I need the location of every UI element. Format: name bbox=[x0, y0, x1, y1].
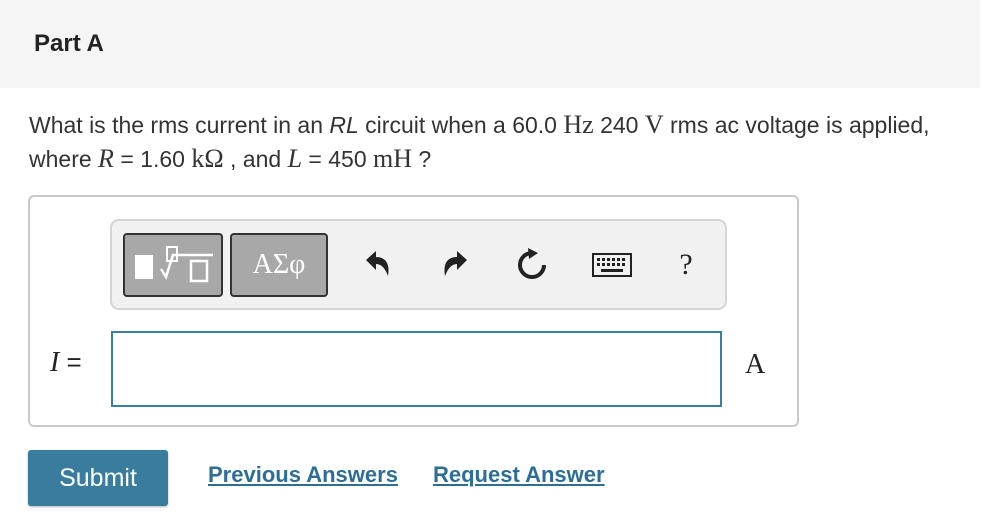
question-fragment: What is the rms current in an bbox=[29, 112, 330, 138]
unit-kohm: kΩ bbox=[191, 144, 224, 173]
part-title: Part A bbox=[34, 30, 104, 57]
answer-variable: I bbox=[50, 347, 60, 378]
help-button[interactable]: ? bbox=[664, 243, 708, 287]
reset-icon bbox=[518, 248, 546, 279]
answer-unit: A bbox=[745, 349, 766, 380]
undo-icon bbox=[366, 251, 389, 276]
variable-l: L bbox=[287, 144, 303, 173]
answer-label: I = bbox=[50, 347, 82, 379]
question-fragment: = 450 bbox=[302, 146, 374, 172]
previous-answers-link[interactable]: Previous Answers bbox=[208, 462, 398, 488]
question-fragment: , and bbox=[223, 146, 288, 172]
variable-r: R bbox=[98, 144, 114, 173]
submit-button[interactable]: Submit bbox=[28, 450, 168, 506]
answer-input[interactable] bbox=[111, 331, 722, 407]
symbols-button[interactable]: ΑΣφ bbox=[230, 233, 328, 297]
redo-icon bbox=[444, 251, 467, 276]
question-fragment: 240 bbox=[593, 112, 645, 138]
question-text: What is the rms current in an RL circuit… bbox=[29, 108, 969, 176]
reset-button[interactable] bbox=[510, 243, 554, 287]
templates-icon bbox=[135, 246, 213, 283]
math-toolbar: ΑΣφ ? bbox=[110, 219, 727, 310]
keyboard-icon bbox=[592, 253, 632, 277]
request-answer-link[interactable]: Request Answer bbox=[433, 462, 605, 488]
templates-button[interactable] bbox=[123, 233, 223, 297]
unit-hz: Hz bbox=[563, 110, 594, 139]
question-fragment: ? bbox=[412, 146, 432, 172]
question-circuit-type: RL bbox=[329, 112, 359, 138]
question-fragment: = 1.60 bbox=[113, 146, 192, 172]
answer-equals: = bbox=[59, 347, 82, 377]
answer-panel: ΑΣφ ? I = A bbox=[28, 195, 799, 427]
unit-mh: mH bbox=[373, 144, 413, 173]
question-fragment: circuit when a 60.0 bbox=[358, 112, 564, 138]
keyboard-button[interactable] bbox=[588, 243, 636, 287]
redo-button[interactable] bbox=[434, 243, 478, 287]
undo-button[interactable] bbox=[355, 243, 399, 287]
part-header: Part A bbox=[0, 0, 980, 88]
unit-volt: V bbox=[644, 110, 664, 139]
